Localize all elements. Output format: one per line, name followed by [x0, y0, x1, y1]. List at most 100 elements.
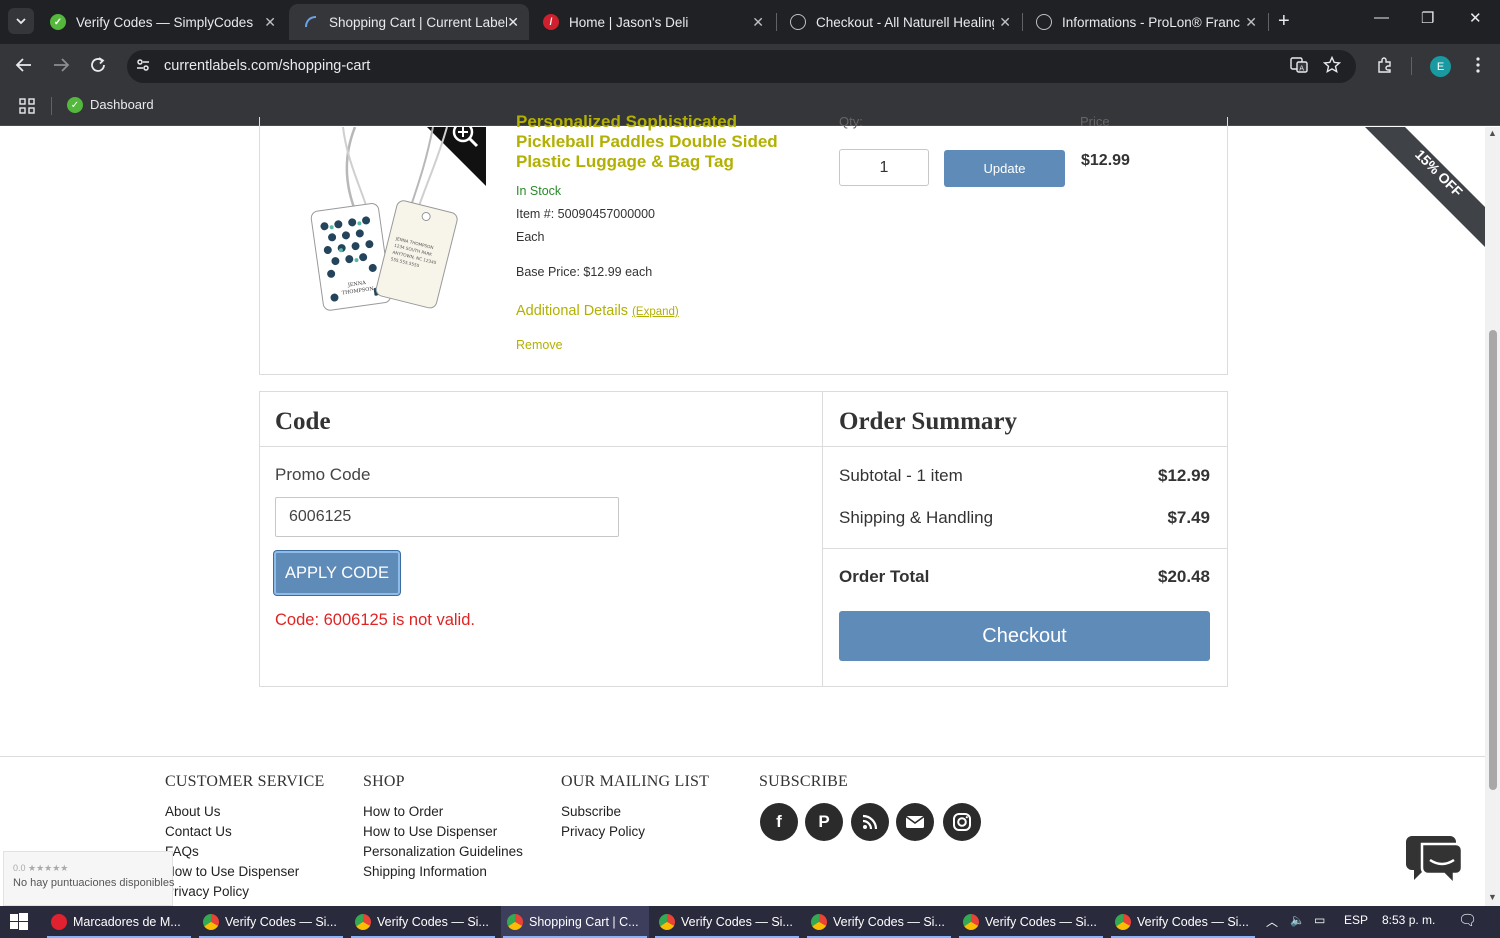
order-total-label: Order Total [839, 567, 930, 586]
network-icon[interactable]: ▭ [1314, 913, 1325, 927]
taskbar-opera[interactable]: Marcadores de M... [45, 906, 193, 938]
scroll-down-icon[interactable]: ▼ [1488, 892, 1497, 902]
tab-search-button[interactable] [8, 8, 34, 34]
footer-shop-title: SHOP [363, 773, 405, 790]
additional-details: Additional Details (Expand) [516, 303, 679, 319]
footer-link-shipping[interactable]: Shipping Information [363, 864, 487, 879]
chrome-icon [507, 914, 523, 930]
windows-start-icon[interactable] [10, 913, 28, 931]
remove-link[interactable]: Remove [516, 338, 563, 352]
notifications-icon[interactable]: 🗨 [1458, 911, 1477, 929]
product-title-link[interactable]: Personalized Sophisticated Pickleball Pa… [516, 112, 816, 172]
back-button[interactable] [15, 56, 33, 79]
footer-link-personalization[interactable]: Personalization Guidelines [363, 844, 523, 859]
footer-link-privacy[interactable]: Privacy Policy [165, 884, 249, 899]
extensions-icon[interactable] [1376, 56, 1394, 79]
order-summary-title: Order Summary [839, 408, 1017, 435]
scrollbar-thumb[interactable] [1489, 330, 1497, 790]
window-close-icon[interactable]: ✕ [1469, 9, 1482, 27]
tab-naturell[interactable]: Checkout - All Naturell Healing ✕ [776, 4, 1021, 40]
reload-button[interactable] [89, 56, 107, 79]
taskbar-chrome[interactable]: Verify Codes — Si... [653, 906, 801, 938]
tab-jasons-deli[interactable]: / Home | Jason's Deli ✕ [529, 4, 774, 40]
chat-icon[interactable] [1404, 832, 1464, 888]
bookmark-separator [51, 97, 52, 115]
chevron-down-icon [16, 18, 26, 25]
taskbar-item-label: Marcadores de M... [73, 915, 181, 929]
divider [823, 446, 1227, 447]
close-tab-icon[interactable]: ✕ [264, 14, 276, 31]
volume-icon[interactable]: 🔈 [1290, 913, 1305, 927]
close-tab-icon[interactable]: ✕ [507, 14, 519, 31]
product-image[interactable]: JENNA THOMPSON JENNA THOMPSON 1234 SOUTH… [305, 127, 486, 312]
apply-code-button[interactable]: APPLY CODE [274, 551, 400, 595]
url-text[interactable]: currentlabels.com/shopping-cart [164, 58, 370, 74]
apps-grid-icon[interactable] [19, 98, 35, 118]
quantity-input[interactable]: 1 [839, 149, 929, 186]
code-title: Code [275, 408, 331, 435]
divider [260, 446, 822, 447]
stock-status: In Stock [516, 184, 562, 198]
tab-simplycodes[interactable]: ✓ Verify Codes — SimplyCodes ✕ [36, 4, 286, 40]
footer-link-contact[interactable]: Contact Us [165, 824, 232, 839]
scroll-up-icon[interactable]: ▲ [1488, 128, 1497, 138]
taskbar-chrome-active[interactable]: Shopping Cart | C... [501, 906, 649, 938]
profile-avatar[interactable]: E [1430, 56, 1451, 77]
taskbar-chrome[interactable]: Verify Codes — Si... [957, 906, 1105, 938]
opera-icon [51, 914, 67, 930]
footer-link-dispenser[interactable]: How to Use Dispenser [165, 864, 299, 879]
chrome-icon [355, 914, 371, 930]
language-indicator[interactable]: ESP [1344, 913, 1368, 927]
footer-link-privacy[interactable]: Privacy Policy [561, 824, 645, 839]
subtotal-value: $12.99 [1158, 466, 1210, 485]
close-tab-icon[interactable]: ✕ [752, 14, 764, 31]
taskbar-item-label: Verify Codes — Si... [1137, 915, 1249, 929]
chrome-icon [203, 914, 219, 930]
discount-ribbon: 15% OFF [1360, 127, 1485, 252]
tab-prolon[interactable]: Informations - ProLon® France ✕ [1022, 4, 1267, 40]
close-tab-icon[interactable]: ✕ [999, 14, 1011, 31]
tab-title: Verify Codes — SimplyCodes [76, 14, 254, 30]
bookmark-star-icon[interactable] [1322, 55, 1342, 79]
email-icon[interactable] [896, 803, 934, 841]
translate-icon[interactable]: A [1290, 56, 1308, 79]
tab-current-labels[interactable]: Shopping Cart | Current Labels ✕ [289, 4, 529, 40]
new-tab-button[interactable]: + [1278, 10, 1290, 33]
taskbar-item-label: Verify Codes — Si... [225, 915, 337, 929]
restore-icon[interactable]: ❐ [1421, 9, 1434, 27]
footer-link-subscribe[interactable]: Subscribe [561, 804, 621, 819]
forward-button[interactable] [52, 56, 70, 79]
footer-link-dispenser[interactable]: How to Use Dispenser [363, 824, 497, 839]
minimize-icon[interactable]: — [1374, 9, 1389, 26]
dashboard-favicon: ✓ [67, 97, 83, 113]
clock[interactable]: 8:53 p. m. [1382, 913, 1435, 927]
pinterest-icon[interactable]: P [805, 803, 843, 841]
checkout-button[interactable]: Checkout [839, 611, 1210, 661]
site-info-icon[interactable] [135, 57, 151, 76]
taskbar-chrome[interactable]: Verify Codes — Si... [349, 906, 497, 938]
rating-stars: 0.0 ★★★★★ [13, 863, 69, 873]
promo-code-input[interactable]: 6006125 [275, 497, 619, 537]
base-price: Base Price: $12.99 each [516, 265, 653, 279]
instagram-icon[interactable] [943, 803, 981, 841]
update-button[interactable]: Update [944, 150, 1065, 187]
simplycodes-favicon: ✓ [50, 14, 66, 30]
promo-code-panel [259, 391, 823, 687]
footer-link-about[interactable]: About Us [165, 804, 221, 819]
expand-link[interactable]: (Expand) [632, 306, 679, 318]
taskbar-chrome[interactable]: Verify Codes — Si... [197, 906, 345, 938]
chrome-icon [1115, 914, 1131, 930]
menu-kebab-icon[interactable] [1475, 56, 1481, 79]
rss-icon[interactable] [851, 803, 889, 841]
bookmark-dashboard[interactable]: Dashboard [90, 97, 154, 112]
jasons-deli-favicon: / [543, 14, 559, 30]
tab-title: Checkout - All Naturell Healing [816, 14, 994, 30]
footer-link-how-to-order[interactable]: How to Order [363, 804, 443, 819]
divider [823, 548, 1227, 549]
tray-chevron-up-icon[interactable]: ︿ [1266, 913, 1278, 930]
facebook-icon[interactable]: f [760, 803, 798, 841]
taskbar-chrome[interactable]: Verify Codes — Si... [1109, 906, 1257, 938]
tab-title: Home | Jason's Deli [569, 14, 689, 30]
close-tab-icon[interactable]: ✕ [1245, 14, 1257, 31]
taskbar-chrome[interactable]: Verify Codes — Si... [805, 906, 953, 938]
